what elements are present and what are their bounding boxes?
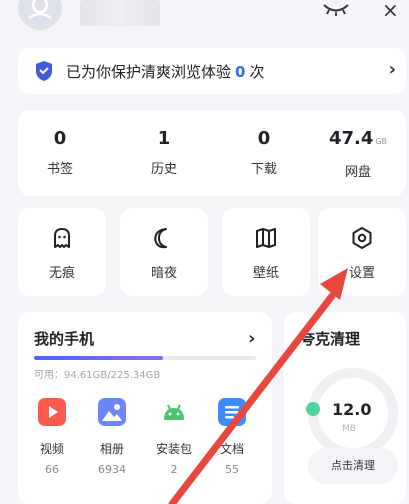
user-avatar-icon (28, 0, 52, 20)
stat-history[interactable]: 1 历史 (124, 128, 204, 177)
stat-unit: GB (375, 137, 388, 146)
stat-downloads[interactable]: 0 下载 (224, 128, 304, 177)
storage-bar (34, 356, 256, 360)
stat-value: 47.4 GB (318, 128, 398, 153)
video-play-icon-svg (38, 398, 66, 426)
app-label: 相册 (99, 442, 124, 456)
video-play-icon (38, 398, 66, 426)
stat-value: 0 (20, 128, 100, 150)
app-count: 2 (170, 463, 178, 476)
stat-value-number: 0 (257, 128, 271, 149)
tool-label: 无痕 (48, 266, 75, 281)
storage-text: 可用：94.61GB/225.34GB (34, 370, 161, 381)
avatar[interactable] (18, 0, 62, 30)
protection-count: 0 (235, 63, 246, 81)
username-blurred[interactable] (80, 0, 160, 26)
clean-value: 12.0 (332, 400, 372, 419)
stat-label: 书签 (46, 162, 73, 177)
app-label: 安装包 (155, 442, 192, 456)
clean-button[interactable]: 点击清理 (308, 448, 398, 484)
stat-label: 网盘 (344, 165, 371, 180)
app-count: 66 (45, 463, 59, 476)
stat-value-number: 0 (53, 128, 67, 149)
tool-incognito[interactable]: 无痕 (18, 208, 106, 296)
tool-night-mode[interactable]: 暗夜 (120, 208, 208, 296)
protection-banner[interactable]: 已为你保护清爽浏览体验 0 次 › (18, 48, 406, 94)
tool-wallpaper[interactable]: 壁纸 (222, 208, 310, 296)
app-count: 55 (225, 463, 239, 476)
protection-text-after: 次 (249, 63, 265, 81)
document-icon (218, 398, 246, 426)
ghost-icon (54, 228, 70, 248)
close-icon[interactable]: × (382, 0, 399, 20)
tool-settings[interactable]: 设置 (318, 208, 406, 296)
app-photos[interactable]: 相册 6934 (84, 398, 140, 476)
app-documents[interactable]: 文档 55 (204, 398, 260, 476)
stat-bookmarks[interactable]: 0 书签 (20, 128, 100, 177)
app-label: 文档 (219, 442, 244, 456)
app-videos[interactable]: 视频 66 (24, 398, 80, 476)
chevron-right-icon[interactable]: › (248, 328, 255, 349)
protection-text: 已为你保护清爽浏览体验 0 次 (66, 61, 264, 82)
my-phone-card[interactable]: 我的手机 › 可用：94.61GB/225.34GB 视频 66 相册 6934 (18, 312, 272, 504)
photo-icon-svg (98, 398, 126, 426)
settings-hexagon-icon (352, 227, 372, 249)
phone-title: 我的手机 (34, 330, 95, 348)
clean-title: 夸克清理 (300, 330, 361, 348)
app-count: 6934 (98, 463, 126, 476)
app-packages[interactable]: 安装包 2 (146, 398, 202, 476)
shield-icon (36, 61, 52, 81)
photo-icon (98, 398, 126, 426)
android-icon (160, 398, 188, 426)
tool-label: 壁纸 (252, 266, 279, 281)
top-bar: × (0, 0, 409, 42)
stat-label: 历史 (150, 162, 177, 177)
tool-label: 暗夜 (150, 266, 177, 281)
clean-unit: MB (342, 424, 356, 434)
clean-status-dot (306, 402, 320, 416)
tool-label: 设置 (348, 266, 375, 281)
storage-bar-fill (34, 356, 163, 360)
app-label: 视频 (39, 442, 64, 456)
stat-label: 下载 (250, 162, 277, 177)
stats-card: 0 书签 1 历史 0 下载 47.4 GB 网盘 (18, 110, 406, 196)
stat-value-number: 1 (157, 128, 171, 149)
document-icon-svg (218, 398, 246, 426)
stat-cloud-drive[interactable]: 47.4 GB 网盘 (318, 128, 398, 180)
stat-value-number: 47.4 (328, 128, 374, 149)
protection-text-before: 已为你保护清爽浏览体验 (66, 63, 232, 81)
quark-clean-card[interactable]: 夸克清理 12.0 MB 点击清理 (284, 312, 406, 504)
stat-value: 0 (224, 128, 304, 150)
android-icon-svg (164, 404, 184, 420)
stat-value: 1 (124, 128, 204, 150)
chevron-right-icon: › (388, 59, 396, 80)
moon-icon (154, 228, 167, 249)
eye-closed-icon[interactable] (322, 2, 350, 16)
book-icon (256, 228, 276, 248)
